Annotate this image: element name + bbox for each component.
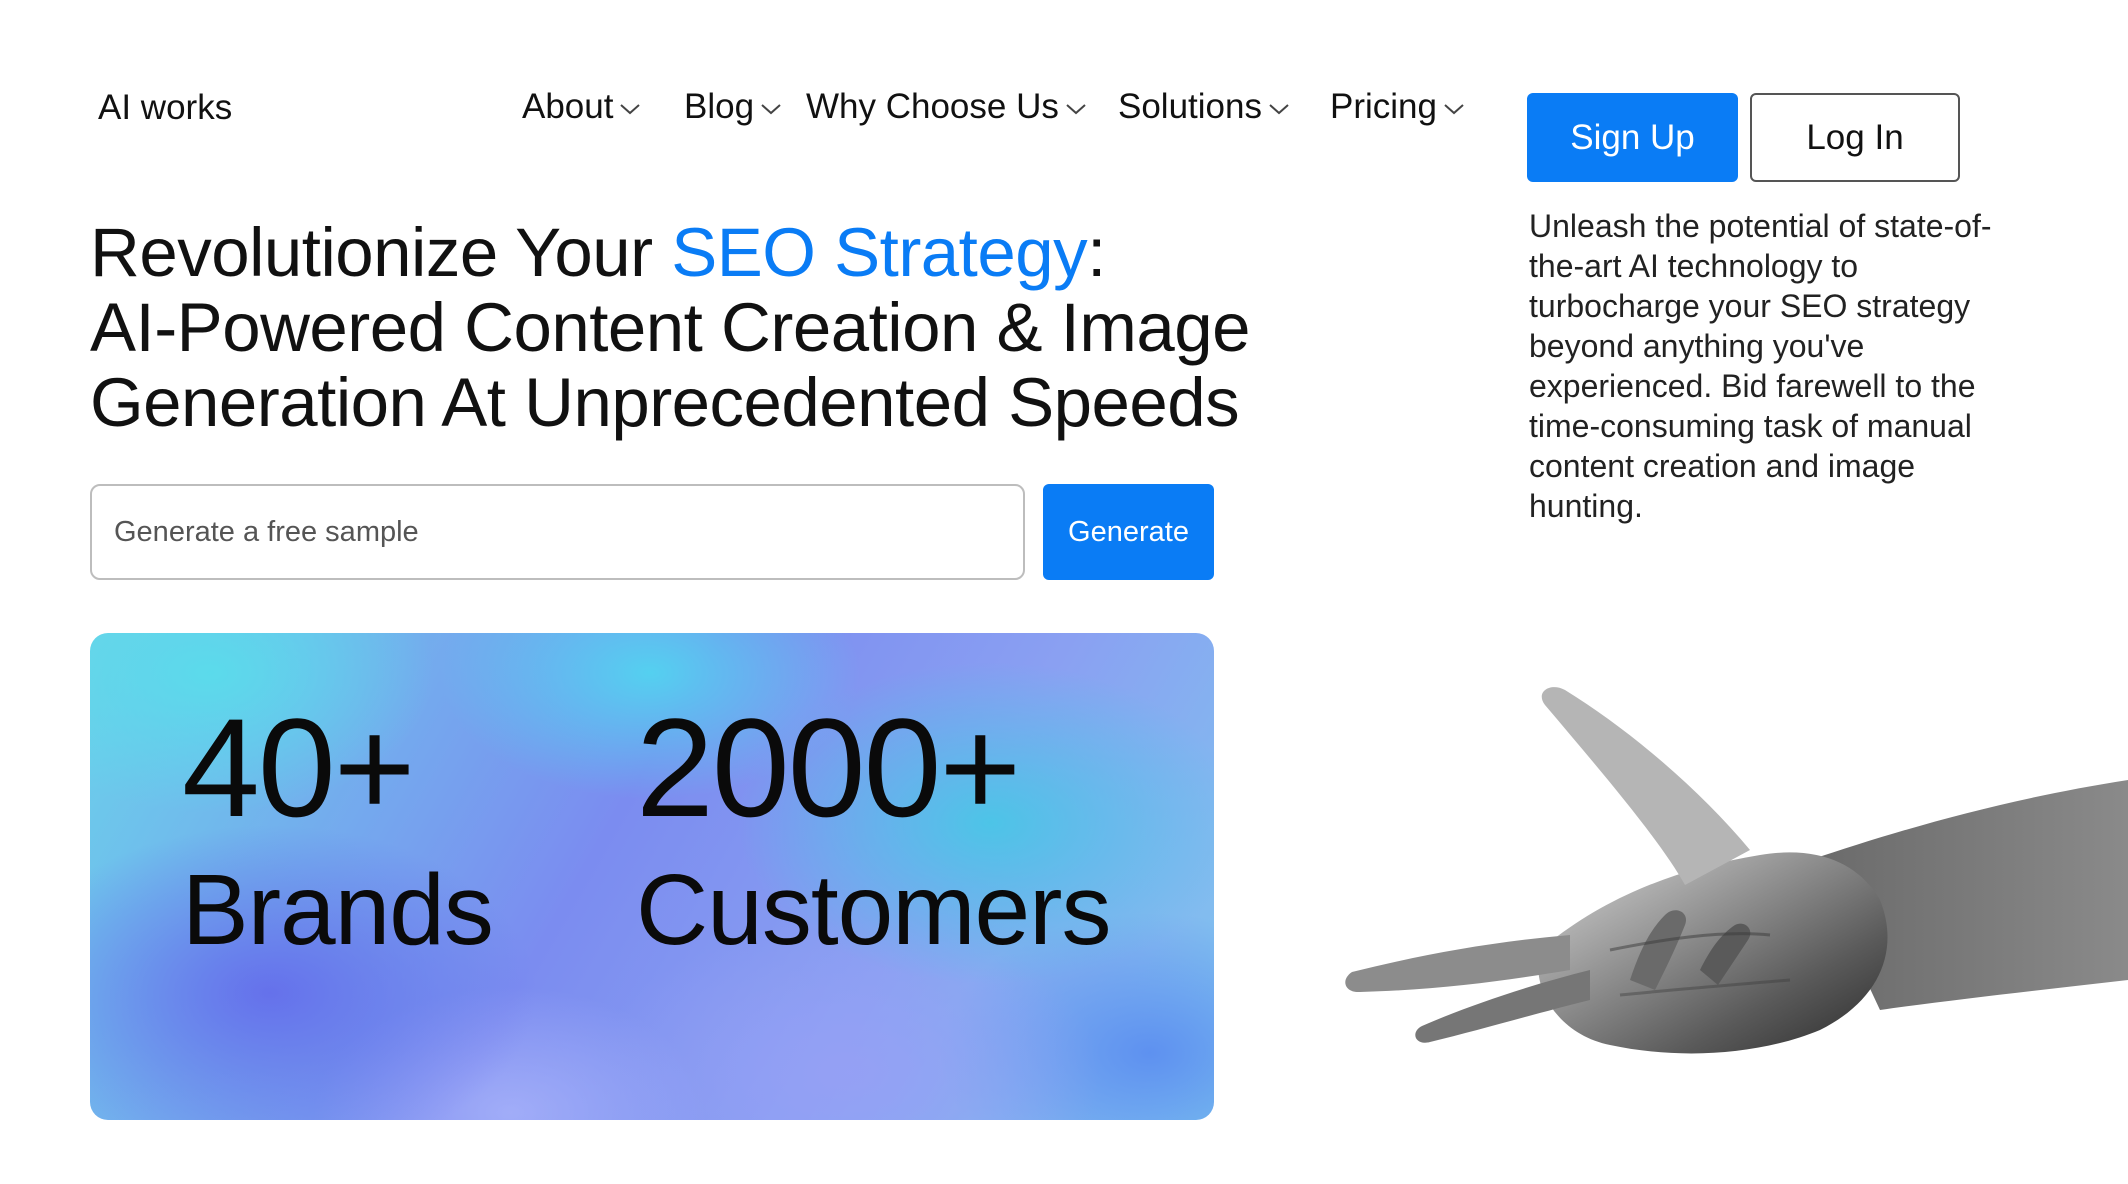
hero-description: Unleash the potential of state-of-the-ar…	[1529, 208, 1992, 524]
headline-highlight: SEO Strategy	[671, 214, 1088, 291]
nav-pricing-label: Pricing	[1330, 87, 1437, 126]
customers-label: Customers	[636, 854, 1111, 966]
sign-up-button[interactable]: Sign Up	[1527, 93, 1738, 182]
nav-solutions-label: Solutions	[1118, 87, 1262, 126]
generate-button[interactable]: Generate	[1043, 484, 1214, 580]
nav-why-choose-us-label: Why Choose Us	[806, 87, 1059, 126]
nav-blog[interactable]: Blog	[684, 84, 782, 130]
headline-line-2: AI-Powered Content Creation & Image	[90, 289, 1250, 366]
customers-count: 2000+	[636, 689, 1021, 846]
hero-headline: Revolutionize Your SEO Strategy: AI-Powe…	[90, 215, 1390, 440]
brands-count: 40+	[182, 689, 415, 846]
nav-about-label: About	[522, 87, 614, 126]
headline-line-3: Generation At Unprecedented Speeds	[90, 364, 1240, 441]
chevron-down-icon	[1065, 102, 1087, 116]
nav-about[interactable]: About	[522, 84, 641, 130]
nav-why-choose-us[interactable]: Why Choose Us	[806, 84, 1087, 130]
chevron-down-icon	[760, 102, 782, 116]
chevron-down-icon	[619, 102, 641, 116]
headline-line-1-pre: Revolutionize Your	[90, 214, 672, 291]
hand-image	[1345, 687, 2128, 1054]
nav-solutions[interactable]: Solutions	[1118, 84, 1290, 130]
headline-line-1-post: :	[1087, 214, 1106, 291]
brands-label: Brands	[182, 854, 494, 966]
sample-input[interactable]	[90, 484, 1025, 580]
nav-blog-label: Blog	[684, 87, 755, 126]
chevron-down-icon	[1268, 102, 1290, 116]
chevron-down-icon	[1443, 102, 1465, 116]
nav-pricing[interactable]: Pricing	[1330, 84, 1465, 130]
brand-logo[interactable]: AI works	[98, 86, 232, 130]
headline-line-1: Revolutionize Your SEO Strategy:	[90, 215, 1390, 290]
stats-card: 40+ Brands 2000+ Customers	[90, 633, 1214, 1120]
log-in-button[interactable]: Log In	[1750, 93, 1960, 182]
